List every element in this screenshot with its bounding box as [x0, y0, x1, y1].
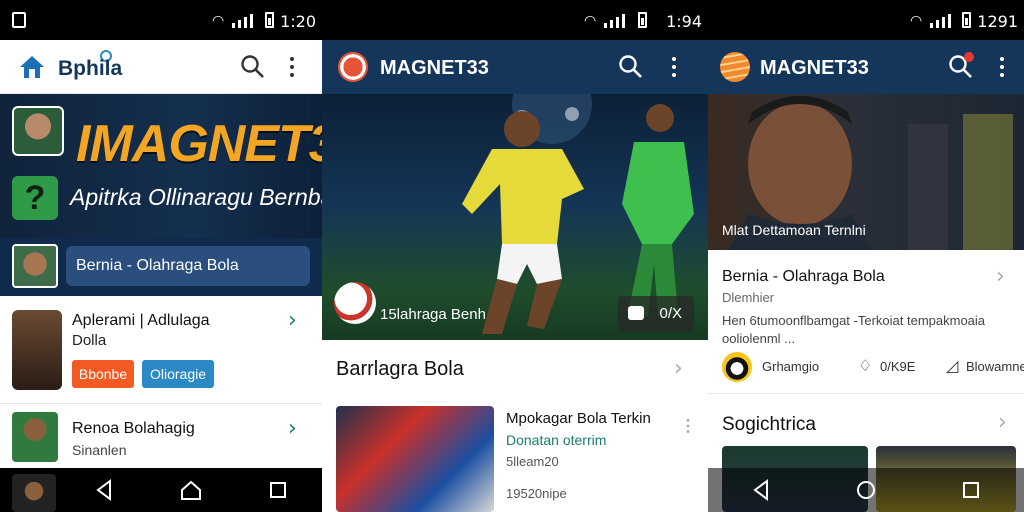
wifi-icon: ◠ [584, 12, 597, 28]
penguin-avatar-icon[interactable] [722, 352, 752, 382]
hero-badge[interactable]: 0/X [618, 296, 694, 332]
signal-icon [604, 14, 625, 28]
more-menu-icon[interactable] [686, 419, 690, 433]
back-icon[interactable] [89, 475, 119, 505]
battery-icon [265, 12, 274, 28]
banner-pill[interactable]: Bernia - Olahraga Bola [66, 246, 310, 286]
article-title: Bernia - Olahraga Bola [722, 268, 885, 285]
search-icon[interactable] [240, 54, 266, 80]
article-item[interactable]: Mpokagar Bola Terkin Donatan oterrim 5ll… [322, 406, 708, 512]
back-icon[interactable] [746, 475, 776, 505]
status-bar: ◠ 1:94 [322, 0, 708, 40]
article-body: Hen 6tumoonflbamgat -Terkoiat tempakmoai… [722, 313, 986, 346]
photo-notification-icon [12, 12, 26, 28]
action-label[interactable]: Blowamne [966, 359, 1024, 374]
comment-icon [628, 306, 644, 320]
section-title: Barrlagra Bola [336, 358, 464, 380]
app-title: MAGNET33 [760, 57, 869, 79]
chevron-right-icon[interactable]: › [998, 410, 1007, 435]
home-icon[interactable] [18, 54, 46, 80]
avatar [12, 310, 62, 390]
banner-label: Bernia - Olahraga Bola [76, 257, 239, 274]
chevron-right-icon[interactable]: › [288, 416, 297, 441]
status-time: 1:94 [666, 12, 702, 31]
section-title: Sogichtrica [722, 414, 816, 435]
signal-icon [930, 14, 951, 28]
wifi-icon: ◠ [910, 12, 923, 28]
signal-icon [232, 14, 253, 28]
more-menu-icon[interactable] [1000, 57, 1004, 77]
article-source: Dlemhier [722, 290, 775, 305]
list-item-subtitle: Sinanlen [72, 442, 127, 458]
app-header: MAGNET33 [322, 40, 708, 94]
app-title: Bphila [58, 57, 123, 80]
avatar [12, 474, 56, 512]
action-row: Grhamgio ♢ 0/K9E ◿ Blowamne [722, 350, 1024, 384]
status-bar: ◠ 1291 [708, 0, 1024, 40]
more-menu-icon[interactable] [290, 57, 294, 77]
like-icon[interactable]: ♢ [858, 356, 872, 375]
chip-label: Olioragie [149, 366, 207, 382]
status-time: 1:20 [280, 12, 316, 31]
chip-blue[interactable]: Olioragie [142, 360, 214, 388]
action-label[interactable]: 0/K9E [880, 359, 915, 374]
hero-image[interactable]: 15lahraga Benh 0/X [322, 94, 708, 340]
chevron-right-icon[interactable]: › [288, 308, 297, 333]
avatar [12, 244, 58, 288]
hero-banner: IMAGNET33 ? Apitrka Ollinaragu Bernbalti [0, 94, 322, 238]
hero-caption: Mlat Dettamoan Ternlni [722, 222, 866, 238]
article-meta: 19520nipe [506, 486, 567, 501]
article-meta: 5lleam20 [506, 454, 559, 469]
wifi-icon: ◠ [212, 12, 225, 28]
section-header[interactable]: Sogichtrica › [708, 400, 1024, 444]
article-tag: Donatan oterrim [506, 432, 607, 448]
chip-orange[interactable]: Bbonbe [72, 360, 134, 388]
battery-icon [638, 12, 647, 28]
avatar [12, 106, 64, 156]
screen-1: ◠ 1:20 Bphila IMAGNET33 ? Apitrka Ollina… [0, 0, 322, 512]
app-logo-icon[interactable] [720, 52, 750, 82]
status-time: 1291 [977, 12, 1018, 31]
list-item[interactable]: Renoa Bolahagig Sinanlen › [0, 404, 322, 468]
article-card[interactable]: Bernia - Olahraga Bola › Dlemhier Hen 6t… [708, 254, 1024, 394]
hero-brand: IMAGNET33 [76, 115, 322, 173]
chip-label: Bbonbe [78, 366, 128, 382]
recents-icon[interactable] [263, 475, 293, 505]
status-bar: ◠ 1:20 [0, 0, 322, 40]
more-menu-icon[interactable] [672, 57, 676, 77]
screen-2: ◠ 1:94 MAGNET33 15lahraga Benh 0/X Barrl… [322, 0, 708, 512]
share-icon[interactable]: ◿ [946, 356, 958, 375]
home-nav-icon[interactable] [176, 475, 206, 505]
app-header: MAGNET33 [708, 40, 1024, 94]
hero-image[interactable]: Mlat Dettamoan Ternlni [708, 94, 1024, 250]
avatar [12, 412, 58, 462]
nav-bar [0, 468, 322, 512]
search-icon[interactable] [618, 54, 644, 80]
app-title: MAGNET33 [380, 57, 489, 79]
battery-icon [962, 12, 971, 28]
list-item-title: Renoa Bolahagig [72, 420, 195, 437]
list-item-title: Aplerami | Adlulaga [72, 312, 210, 329]
app-logo: ? [12, 176, 58, 220]
app-logo-icon[interactable] [338, 52, 368, 82]
banner-row[interactable]: Bernia - Olahraga Bola [0, 238, 322, 296]
nav-bar [708, 468, 1024, 512]
recents-icon[interactable] [956, 475, 986, 505]
screen-3: ◠ 1291 MAGNET33 Mlat Dettamoan Ternlni B… [708, 0, 1024, 512]
hero-badge-count: 0/X [659, 305, 682, 322]
section-header[interactable]: Barrlagra Bola › [322, 344, 708, 396]
ball-icon [334, 282, 376, 324]
hero-subtitle: Apitrka Ollinaragu Bernbalti [70, 184, 322, 210]
home-nav-icon[interactable] [851, 475, 881, 505]
list-item[interactable]: Aplerami | Adlulaga Dolla › Bbonbe Olior… [0, 298, 322, 404]
article-title: Mpokagar Bola Terkin [506, 410, 651, 427]
notification-dot [964, 52, 974, 62]
chevron-right-icon[interactable]: › [996, 264, 1005, 289]
chevron-right-icon[interactable]: › [674, 356, 683, 381]
article-thumbnail [336, 406, 494, 512]
action-label[interactable]: Grhamgio [762, 359, 819, 374]
app-header: Bphila [0, 40, 322, 94]
hero-caption: 15lahraga Benh [380, 306, 486, 323]
list-item-subtitle: Dolla [72, 332, 107, 349]
